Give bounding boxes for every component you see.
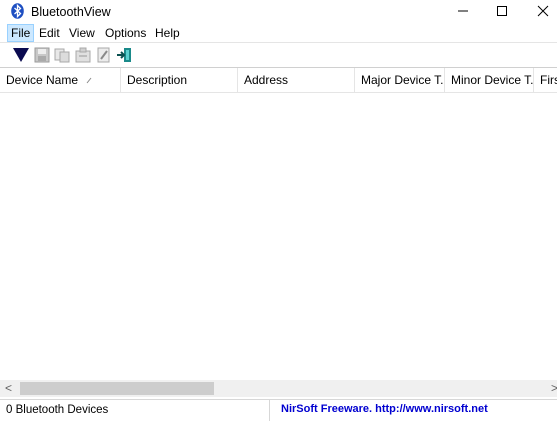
menu-view[interactable]: View	[66, 25, 98, 41]
copy-icon[interactable]	[53, 46, 71, 64]
bluetooth-icon	[11, 3, 24, 19]
column-header-description[interactable]: Description	[121, 68, 238, 92]
close-button[interactable]	[522, 0, 557, 22]
column-label: Major Device T...	[361, 73, 445, 87]
menu-bar: File Edit View Options Help	[0, 24, 557, 42]
maximize-icon	[497, 6, 507, 16]
status-bar: 0 Bluetooth Devices NirSoft Freeware. ht…	[0, 399, 557, 423]
menu-file[interactable]: File	[7, 24, 35, 42]
scrollbar-thumb[interactable]	[20, 382, 214, 395]
menu-edit[interactable]: Edit	[36, 25, 63, 41]
scroll-left-icon[interactable]: <	[0, 380, 17, 397]
column-label: First	[540, 73, 557, 87]
nirsoft-link[interactable]: NirSoft Freeware. http://www.nirsoft.net	[271, 400, 557, 421]
menu-options[interactable]: Options	[102, 25, 149, 41]
column-header-major-device-type[interactable]: Major Device T...	[355, 68, 445, 92]
list-header: Device Name Description Address Major De…	[0, 68, 557, 93]
menu-help[interactable]: Help	[152, 25, 183, 41]
column-header-address[interactable]: Address	[238, 68, 355, 92]
column-label: Minor Device T...	[451, 73, 534, 87]
maximize-button[interactable]	[481, 0, 523, 22]
column-header-first[interactable]: First	[534, 68, 557, 92]
device-list[interactable]: Device Name Description Address Major De…	[0, 67, 557, 381]
close-icon	[537, 5, 549, 17]
horizontal-scrollbar[interactable]: < >	[0, 380, 557, 397]
device-count: 0 Bluetooth Devices	[0, 400, 270, 421]
properties-icon[interactable]	[74, 46, 92, 64]
sort-ascending-icon	[86, 77, 92, 84]
column-label: Address	[244, 73, 289, 87]
title-bar: BluetoothView	[0, 0, 557, 24]
column-label: Description	[127, 73, 188, 87]
column-header-device-name[interactable]: Device Name	[0, 68, 121, 92]
minimize-button[interactable]	[442, 0, 484, 22]
column-header-minor-device-type[interactable]: Minor Device T...	[445, 68, 534, 92]
save-icon[interactable]	[33, 46, 51, 64]
html-report-icon[interactable]	[95, 46, 113, 64]
window-title: BluetoothView	[31, 5, 111, 19]
toolbar	[0, 42, 557, 67]
scroll-right-icon[interactable]: >	[546, 380, 557, 397]
funnel-icon[interactable]	[12, 46, 30, 64]
exit-icon[interactable]	[116, 46, 134, 64]
column-label: Device Name	[6, 73, 79, 87]
minimize-icon	[458, 10, 468, 12]
